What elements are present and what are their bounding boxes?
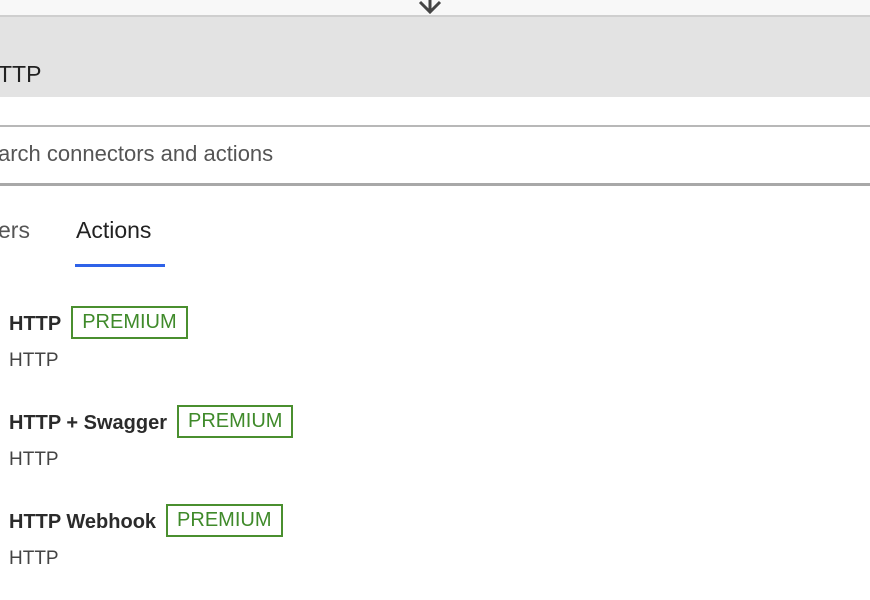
search-input[interactable] (0, 141, 858, 167)
action-title-row: HTTP PREMIUM (9, 306, 188, 341)
tab-actions[interactable]: Actions (76, 217, 151, 244)
step-title: TTP (0, 61, 42, 87)
premium-badge: PREMIUM (177, 405, 294, 438)
step-header[interactable]: TTP (0, 17, 870, 97)
action-title-row: HTTP Webhook PREMIUM (9, 504, 283, 539)
premium-badge: PREMIUM (166, 504, 283, 537)
action-item-http-swagger[interactable]: HTTP + Swagger PREMIUM HTTP (9, 405, 509, 487)
action-connector: HTTP (9, 350, 59, 371)
action-title-row: HTTP + Swagger PREMIUM (9, 405, 294, 440)
action-title: HTTP + Swagger (9, 411, 168, 434)
flow-canvas-strip (0, 0, 870, 17)
tab-selected-indicator (75, 264, 165, 267)
action-title: HTTP (9, 312, 62, 335)
premium-badge: PREMIUM (71, 306, 188, 339)
search-box[interactable] (0, 125, 870, 186)
action-connector: HTTP (9, 548, 59, 569)
action-connector: HTTP (9, 449, 59, 470)
tab-triggers[interactable]: ers (0, 217, 30, 244)
action-item-http[interactable]: HTTP PREMIUM HTTP (9, 306, 509, 388)
arrow-down-icon (418, 0, 442, 14)
action-item-http-webhook[interactable]: HTTP Webhook PREMIUM HTTP (9, 504, 509, 586)
action-title: HTTP Webhook (9, 510, 157, 533)
